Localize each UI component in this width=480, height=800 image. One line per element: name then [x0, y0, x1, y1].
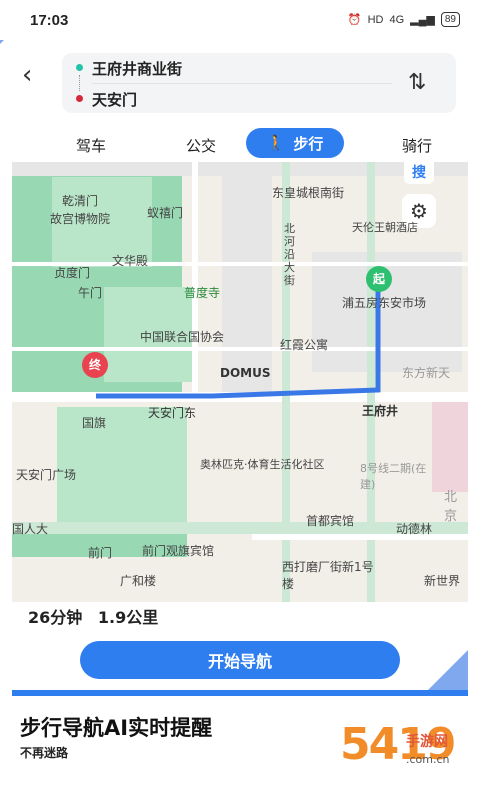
- route-distance: 1.9公里: [97, 608, 159, 627]
- map-label: 普度寺: [184, 286, 221, 300]
- field-divider: [92, 83, 392, 84]
- map-view[interactable]: 搜 ⚙ 东皇城根南街 乾清门 故宫博物院 蚁禧门 文华殿 贞度门 午门 普度寺 …: [12, 162, 468, 602]
- watermark-logo: 5419 手游网 .com.cn: [340, 715, 470, 800]
- map-label: 文华殿: [112, 254, 149, 268]
- destination-field[interactable]: 天安门: [92, 89, 137, 110]
- swap-icon[interactable]: ⇅: [408, 70, 426, 95]
- map-label: 广和楼: [120, 574, 157, 588]
- tab-walk[interactable]: 🚶 步行: [246, 128, 344, 158]
- map-label: 贞度门: [54, 266, 91, 280]
- tab-drive[interactable]: 驾车: [76, 135, 106, 156]
- route-summary: 26分钟 1.9公里: [28, 604, 158, 628]
- map-label: 北河沿大街: [284, 222, 295, 287]
- tab-bike[interactable]: 骑行: [402, 135, 432, 156]
- accent-divider: [12, 690, 468, 696]
- map-label: 8号线二期(在建): [360, 462, 427, 491]
- corner-decoration: [426, 650, 468, 692]
- map-label: 西打磨厂街新1号楼: [282, 560, 374, 591]
- tab-transit[interactable]: 公交: [186, 135, 216, 156]
- map-label: 故宫博物院: [50, 212, 111, 226]
- start-marker-icon: 起: [366, 266, 392, 292]
- alarm-icon: ⏰: [347, 14, 362, 26]
- status-icons: ⏰ HD 4G ▂▄▆ 89: [348, 12, 460, 27]
- watermark-url: .com.cn: [406, 753, 450, 766]
- network-type: 4G: [389, 13, 405, 26]
- map-label: 国旗: [82, 416, 107, 430]
- map-label: 东皇城根南街: [272, 186, 345, 200]
- origin-dot-icon: [76, 64, 83, 71]
- route-input-box: 王府井商业街 天安门: [62, 53, 456, 113]
- map-label: 奥林匹克·体育生活化社区: [200, 458, 325, 471]
- tab-walk-label: 步行: [293, 134, 324, 153]
- hd-badge: HD: [367, 13, 384, 26]
- map-label: 动德林: [396, 522, 433, 536]
- map-label: 中国联合国协会: [140, 330, 225, 344]
- signal-icon: ▂▄▆: [410, 14, 435, 26]
- status-time: 17:03: [30, 12, 69, 29]
- watermark-brand: 手游网: [406, 734, 448, 750]
- map-label: 前门: [88, 546, 113, 560]
- map-label: 午门: [78, 286, 103, 300]
- battery-icon: 89: [440, 12, 460, 27]
- map-label: 天安门广场: [16, 468, 77, 482]
- route-connector: [79, 75, 81, 91]
- map-label: 首都宾馆: [306, 514, 355, 528]
- map-label: 新世界: [424, 574, 461, 588]
- route-duration: 26分钟: [28, 608, 83, 627]
- end-marker-icon: 终: [82, 352, 108, 378]
- map-label: 国人大: [12, 522, 49, 536]
- map-label: 天伦王朝酒店: [352, 221, 418, 234]
- back-icon[interactable]: ‹: [22, 60, 32, 90]
- map-label: 乾清门: [62, 194, 99, 208]
- map-label: 蚁禧门: [147, 206, 184, 220]
- destination-dot-icon: [76, 95, 83, 102]
- map-label: DOMUS: [220, 366, 271, 380]
- map-label: 红霞公寓: [280, 338, 329, 352]
- origin-field[interactable]: 王府井商业街: [92, 58, 182, 79]
- walk-icon: 🚶: [266, 134, 286, 152]
- map-label: 天安门东: [148, 406, 197, 420]
- search-badge[interactable]: 搜: [404, 162, 434, 184]
- promo-headline: 步行导航AI实时提醒: [20, 716, 213, 740]
- map-label: 北京: [444, 490, 458, 524]
- start-navigation-button[interactable]: 开始导航: [80, 641, 400, 679]
- map-label: 浦五房东安市场: [342, 296, 427, 310]
- map-label: 王府井: [362, 404, 399, 418]
- promo-subline: 不再迷路: [20, 746, 69, 760]
- map-label: 东方新天: [402, 366, 451, 380]
- map-label: 前门观旗宾馆: [142, 544, 215, 558]
